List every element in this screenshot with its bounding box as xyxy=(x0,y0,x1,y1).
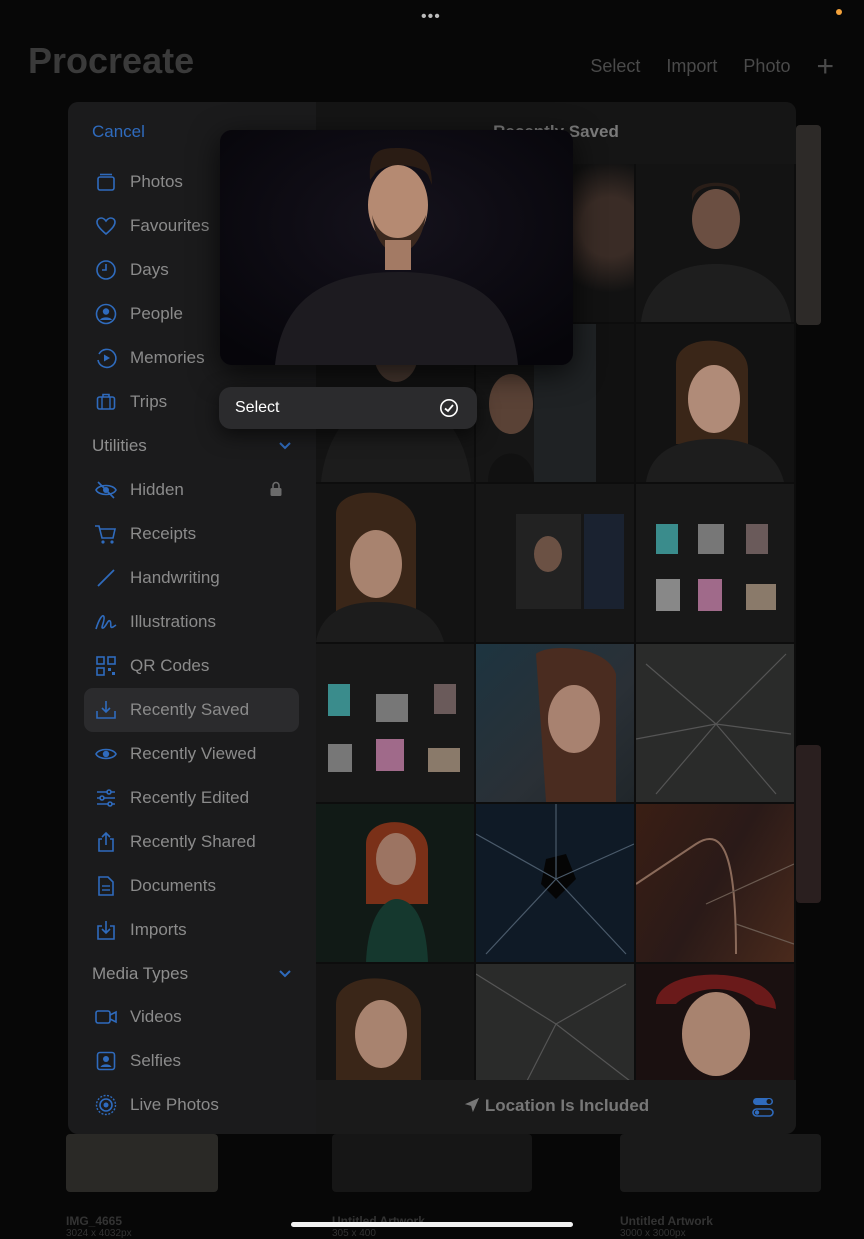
photo-thumbnail[interactable] xyxy=(476,804,634,962)
photo-thumbnail[interactable] xyxy=(636,484,794,642)
share-icon xyxy=(94,830,118,854)
eye-icon xyxy=(94,742,118,766)
sidebar-item-label: Handwriting xyxy=(130,568,220,587)
utilities-section-header[interactable]: Utilities xyxy=(92,436,292,456)
photo-button[interactable]: Photo xyxy=(743,56,790,77)
sidebar-item-label: Recently Shared xyxy=(130,832,256,851)
document-icon xyxy=(94,874,118,898)
sidebar-item-receipts[interactable]: Receipts xyxy=(84,512,299,556)
select-button[interactable]: Select xyxy=(590,56,640,77)
video-icon xyxy=(94,1005,118,1029)
photo-thumbnail[interactable] xyxy=(636,644,794,802)
sidebar-item-label: Favourites xyxy=(130,216,210,235)
cart-icon xyxy=(94,522,118,546)
photo-thumbnail[interactable] xyxy=(476,484,634,642)
scribble-icon xyxy=(94,610,118,634)
sidebar-item-label: Recently Edited xyxy=(130,788,250,807)
location-arrow-icon xyxy=(463,1096,485,1115)
cancel-button[interactable]: Cancel xyxy=(92,122,145,142)
live-icon xyxy=(94,1093,118,1117)
artwork-caption: Untitled Artwork 3000 x 3000px xyxy=(620,1214,713,1239)
section-title: Utilities xyxy=(92,436,147,455)
sidebar-item-label: Memories xyxy=(130,348,205,367)
sidebar-item-label: Days xyxy=(130,260,169,279)
location-status[interactable]: Location Is Included xyxy=(316,1096,796,1116)
eye-slash-icon xyxy=(94,478,118,502)
checkmark-circle-icon xyxy=(439,398,459,423)
import-icon xyxy=(94,918,118,942)
tray-download-icon xyxy=(94,698,118,722)
multitask-dots[interactable]: ••• xyxy=(421,8,441,26)
sidebar-item-label: Live Photos xyxy=(130,1095,219,1114)
context-menu-select[interactable]: Select xyxy=(219,387,477,429)
sidebar-item-illustrations[interactable]: Illustrations xyxy=(84,600,299,644)
sidebar-item-label: Selfies xyxy=(130,1051,182,1070)
select-label: Select xyxy=(235,399,280,416)
photo-preview[interactable] xyxy=(220,130,573,365)
artwork-card[interactable] xyxy=(796,745,821,903)
sliders-icon xyxy=(94,786,118,810)
sidebar-item-label: Imports xyxy=(130,920,187,939)
selfie-icon xyxy=(94,1049,118,1073)
sidebar-item-label: Illustrations xyxy=(130,612,216,631)
sidebar-item-recently-viewed[interactable]: Recently Viewed xyxy=(84,732,299,776)
add-icon[interactable]: + xyxy=(816,51,834,81)
sidebar-item-label: Recently Saved xyxy=(130,700,250,719)
sidebar-item-label: Photos xyxy=(130,172,183,191)
clock-icon xyxy=(94,258,118,282)
photo-thumbnail[interactable] xyxy=(476,644,634,802)
chevron-down-icon xyxy=(278,964,292,984)
artwork-card[interactable] xyxy=(332,1134,532,1192)
chevron-down-icon xyxy=(278,436,292,456)
sidebar-item-videos[interactable]: Videos xyxy=(84,995,299,1039)
location-label: Location Is Included xyxy=(484,1096,650,1115)
photo-thumbnail[interactable] xyxy=(316,644,474,802)
sidebar-item-label: Videos xyxy=(130,1007,182,1026)
artwork-card[interactable] xyxy=(796,125,821,325)
heart-icon xyxy=(94,214,118,238)
memories-icon xyxy=(94,346,118,370)
sidebar-item-label: Hidden xyxy=(130,480,184,499)
section-title: Media Types xyxy=(92,964,189,983)
sidebar-item-selfies[interactable]: Selfies xyxy=(84,1039,299,1083)
artwork-card[interactable] xyxy=(620,1134,821,1192)
sidebar-item-documents[interactable]: Documents xyxy=(84,864,299,908)
app-title: Procreate xyxy=(28,40,195,81)
privacy-indicator xyxy=(836,9,842,15)
gallery-actions: Select Import Photo + xyxy=(590,51,834,81)
photo-thumbnail[interactable] xyxy=(316,804,474,962)
sidebar-item-label: Receipts xyxy=(130,524,197,543)
sidebar-item-live-photos[interactable]: Live Photos xyxy=(84,1083,299,1127)
sidebar-item-label: Trips xyxy=(130,392,168,411)
photo-thumbnail[interactable] xyxy=(636,164,794,322)
sidebar-item-recently-edited[interactable]: Recently Edited xyxy=(84,776,299,820)
sidebar-item-label: Documents xyxy=(130,876,216,895)
sidebar-item-qr-codes[interactable]: QR Codes xyxy=(84,644,299,688)
photo-thumbnail[interactable] xyxy=(316,484,474,642)
lock-icon xyxy=(269,481,283,502)
sidebar-item-label: People xyxy=(130,304,183,323)
home-indicator[interactable] xyxy=(291,1222,573,1227)
sidebar-item-imports[interactable]: Imports xyxy=(84,908,299,952)
pen-icon xyxy=(94,566,118,590)
sidebar-item-recently-shared[interactable]: Recently Shared xyxy=(84,820,299,864)
qr-icon xyxy=(94,654,118,678)
photo-thumbnail[interactable] xyxy=(636,324,794,482)
location-footer: Location Is Included xyxy=(316,1080,796,1134)
sidebar-item-label: QR Codes xyxy=(130,656,210,675)
suitcase-icon xyxy=(94,390,118,414)
artwork-card[interactable] xyxy=(66,1134,218,1192)
sidebar-item-recently-saved[interactable]: Recently Saved xyxy=(84,688,299,732)
person-circle-icon xyxy=(94,302,118,326)
options-toggle-icon[interactable] xyxy=(752,1097,774,1122)
artwork-caption: IMG_4665 3024 x 4032px xyxy=(66,1214,132,1239)
sidebar-item-label: Recently Viewed xyxy=(130,744,257,763)
photos-icon xyxy=(94,170,118,194)
photo-thumbnail[interactable] xyxy=(636,804,794,962)
sidebar-item-handwriting[interactable]: Handwriting xyxy=(84,556,299,600)
import-button[interactable]: Import xyxy=(666,56,717,77)
sidebar-item-hidden[interactable]: Hidden xyxy=(84,468,299,512)
media-types-section-header[interactable]: Media Types xyxy=(92,964,292,984)
